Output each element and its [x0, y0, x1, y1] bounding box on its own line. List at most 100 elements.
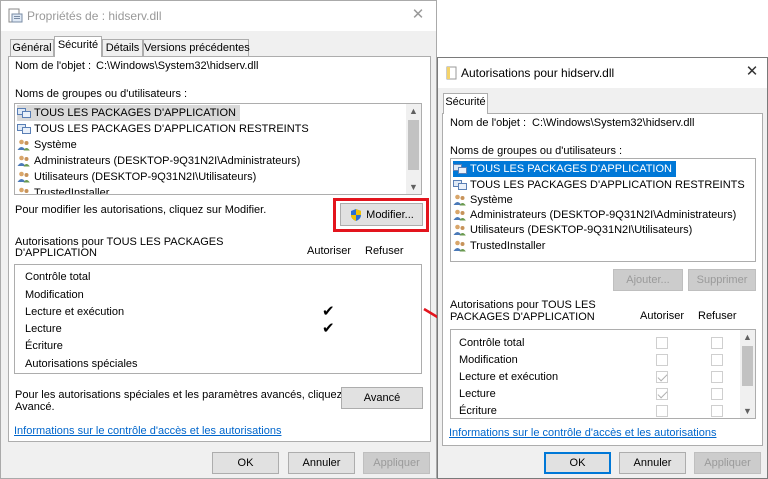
users-listbox[interactable]: TOUS LES PACKAGES D'APPLICATION TOUS LES… — [450, 158, 756, 262]
scroll-down-icon[interactable]: ▼ — [406, 180, 421, 194]
object-name-label: Nom de l'objet : — [450, 117, 527, 129]
deny-checkbox[interactable] — [711, 337, 723, 349]
allow-checkbox[interactable] — [656, 371, 668, 383]
users-icon — [17, 155, 31, 167]
groups-label: Noms de groupes ou d'utilisateurs : — [450, 145, 623, 157]
users-listbox[interactable]: TOUS LES PACKAGES D'APPLICATION TOUS LES… — [14, 103, 422, 195]
list-item[interactable]: Utilisateurs (DESKTOP-9Q31N2I\Utilisateu… — [453, 222, 696, 238]
users-icon — [453, 209, 467, 221]
perm-label: Modification — [459, 354, 518, 366]
allow-column-header: Autoriser — [640, 310, 685, 322]
tab-security[interactable]: Sécurité — [443, 93, 488, 114]
deny-checkbox[interactable] — [711, 354, 723, 366]
access-control-info-link[interactable]: Informations sur le contrôle d'accès et … — [14, 425, 281, 437]
ok-button[interactable]: OK — [212, 452, 279, 474]
properties-dialog: Propriétés de : hidserv.dll ✕ Général Sé… — [0, 0, 437, 479]
allow-checkbox[interactable] — [656, 405, 668, 417]
list-item[interactable]: TrustedInstaller — [17, 185, 113, 194]
perm-label: Écriture — [25, 340, 63, 352]
tab-general[interactable]: Général — [10, 39, 54, 57]
perm-label: Lecture — [25, 323, 62, 335]
modify-hint: Pour modifier les autorisations, cliquez… — [15, 204, 267, 216]
tab-details[interactable]: Détails — [102, 39, 143, 57]
list-item[interactable]: Système — [17, 137, 81, 153]
perm-label: Contrôle total — [459, 337, 525, 349]
deny-column-header: Refuser — [698, 310, 737, 322]
apply-button[interactable]: Appliquer — [363, 452, 430, 474]
object-name-value: C:\Windows\System32\hidserv.dll — [532, 117, 695, 129]
advanced-hint-cont: Avancé. — [15, 401, 55, 413]
advanced-button[interactable]: Avancé — [341, 387, 423, 409]
deny-column-header: Refuser — [365, 245, 404, 257]
list-item[interactable]: TOUS LES PACKAGES D'APPLICATION RESTREIN… — [453, 177, 749, 193]
object-name-label: Nom de l'objet : — [15, 60, 92, 72]
scroll-thumb[interactable] — [408, 120, 419, 170]
perm-label: Autorisations spéciales — [25, 358, 138, 370]
uac-shield-icon — [351, 208, 362, 221]
users-icon — [17, 139, 31, 151]
perm-label: Lecture et exécution — [459, 371, 559, 383]
groups-label: Noms de groupes ou d'utilisateurs : — [15, 88, 188, 100]
permissions-titlebar: Autorisations pour hidserv.dll ✕ — [438, 58, 767, 88]
users-icon — [17, 171, 31, 183]
scroll-down-icon[interactable]: ▼ — [740, 404, 755, 418]
checkmark-icon: ✔ — [322, 320, 335, 337]
permissions-dialog: Autorisations pour hidserv.dll ✕ Sécurit… — [437, 57, 768, 479]
perm-label: Écriture — [459, 405, 497, 417]
apply-button[interactable]: Appliquer — [694, 452, 761, 474]
folder-icon — [446, 66, 457, 80]
list-item[interactable]: Système — [453, 192, 517, 208]
group-icon — [453, 163, 467, 175]
window-title: Autorisations pour hidserv.dll — [461, 66, 615, 80]
group-icon — [17, 123, 31, 135]
list-item[interactable]: TOUS LES PACKAGES D'APPLICATION — [453, 161, 676, 177]
group-icon — [17, 107, 31, 119]
perm-header-cont: PACKAGES D'APPLICATION — [450, 311, 595, 323]
list-item[interactable]: TrustedInstaller — [453, 238, 549, 254]
access-control-info-link[interactable]: Informations sur le contrôle d'accès et … — [449, 427, 716, 439]
properties-titlebar: Propriétés de : hidserv.dll ✕ — [1, 1, 436, 31]
perm-label: Modification — [25, 289, 84, 301]
checkmark-icon: ✔ — [322, 303, 335, 320]
allow-checkbox[interactable] — [656, 337, 668, 349]
list-item[interactable]: Administrateurs (DESKTOP-9Q31N2I\Adminis… — [453, 207, 740, 223]
list-item[interactable]: Utilisateurs (DESKTOP-9Q31N2I\Utilisateu… — [17, 169, 260, 185]
list-item[interactable]: TOUS LES PACKAGES D'APPLICATION — [17, 105, 240, 121]
close-icon[interactable]: ✕ — [407, 5, 429, 25]
perm-label: Lecture — [459, 388, 496, 400]
users-icon — [453, 224, 467, 236]
remove-button[interactable]: Supprimer — [688, 269, 756, 291]
advanced-hint: Pour les autorisations spéciales et les … — [15, 389, 361, 401]
deny-checkbox[interactable] — [711, 388, 723, 400]
tab-previous-versions[interactable]: Versions précédentes — [143, 39, 250, 57]
users-icon — [453, 194, 467, 206]
users-scrollbar[interactable]: ▲ ▼ — [406, 104, 421, 194]
allow-checkbox[interactable] — [656, 388, 668, 400]
deny-checkbox[interactable] — [711, 371, 723, 383]
file-icon — [8, 8, 23, 23]
users-icon — [453, 240, 467, 252]
cancel-button[interactable]: Annuler — [619, 452, 686, 474]
modify-button[interactable]: Modifier... — [340, 203, 423, 226]
cancel-button[interactable]: Annuler — [288, 452, 355, 474]
deny-checkbox[interactable] — [711, 405, 723, 417]
list-item[interactable]: TOUS LES PACKAGES D'APPLICATION RESTREIN… — [17, 121, 313, 137]
allow-column-header: Autoriser — [307, 245, 352, 257]
perm-label: Contrôle total — [25, 271, 91, 283]
list-item[interactable]: Administrateurs (DESKTOP-9Q31N2I\Adminis… — [17, 153, 304, 169]
window-title: Propriétés de : hidserv.dll — [27, 9, 162, 23]
scroll-thumb[interactable] — [742, 346, 753, 386]
scroll-up-icon[interactable]: ▲ — [740, 330, 755, 344]
add-button[interactable]: Ajouter... — [613, 269, 683, 291]
ok-button[interactable]: OK — [544, 452, 611, 474]
users-icon — [17, 187, 31, 194]
group-icon — [453, 179, 467, 191]
permissions-scrollbar[interactable]: ▲ ▼ — [740, 330, 755, 418]
scroll-up-icon[interactable]: ▲ — [406, 104, 421, 118]
tab-security[interactable]: Sécurité — [54, 36, 102, 57]
allow-checkbox[interactable] — [656, 354, 668, 366]
close-icon[interactable]: ✕ — [741, 62, 763, 82]
perm-label: Lecture et exécution — [25, 306, 125, 318]
perm-header-cont: D'APPLICATION — [15, 247, 97, 259]
object-name-value: C:\Windows\System32\hidserv.dll — [96, 60, 259, 72]
